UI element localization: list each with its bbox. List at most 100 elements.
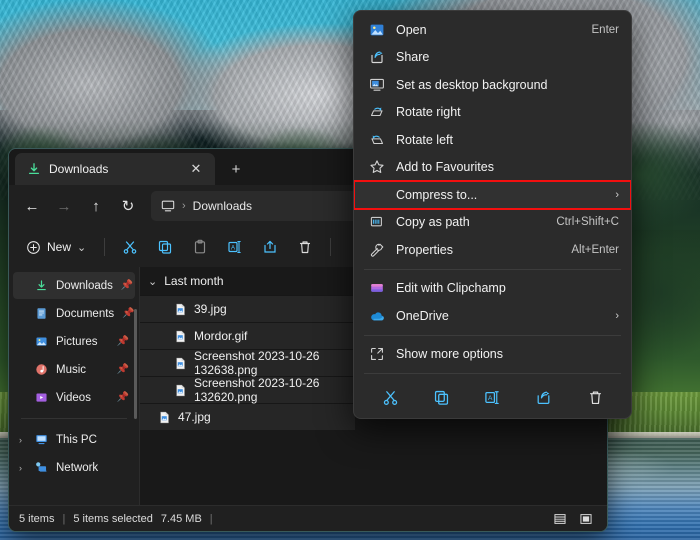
menu-item-shortcut: Alt+Enter [571, 244, 619, 256]
sidebar-item-label: Music [56, 364, 86, 376]
copy-icon[interactable] [149, 232, 181, 262]
sidebar-item-downloads[interactable]: Downloads 📌 [13, 272, 135, 299]
pin-icon[interactable]: 📌 [117, 336, 129, 347]
menu-item-open[interactable]: Open Enter [354, 16, 631, 44]
menu-item-label: Show more options [396, 347, 609, 361]
close-icon[interactable]: ✕ [185, 158, 207, 180]
share-icon[interactable] [530, 384, 558, 410]
paste-icon[interactable] [184, 232, 216, 262]
sidebar-item-label: This PC [56, 434, 97, 446]
file-name: 39.jpg [194, 302, 227, 316]
menu-item-add-to-favourites[interactable]: Add to Favourites [354, 154, 631, 182]
menu-item-shortcut: Ctrl+Shift+C [556, 216, 619, 228]
menu-item-set-as-desktop-background[interactable]: Set as desktop background [354, 71, 631, 99]
sidebar-item-network[interactable]: › Network [13, 454, 135, 481]
share-icon [364, 49, 390, 65]
new-button-label: New [47, 240, 71, 254]
menu-item-share[interactable]: Share [354, 44, 631, 72]
svg-text:A: A [231, 245, 235, 251]
copy-icon[interactable] [427, 384, 455, 410]
group-header-label: Last month [164, 274, 223, 288]
pin-icon[interactable]: 📌 [121, 280, 133, 291]
image-file-icon [174, 384, 187, 397]
large-icons-view-icon[interactable] [575, 510, 597, 528]
status-bar: 5 items | 5 items selected 7.45 MB | [9, 505, 607, 531]
menu-item-label: OneDrive [396, 309, 605, 323]
sidebar-scrollbar[interactable] [134, 309, 137, 419]
sidebar-item-this-pc[interactable]: › This PC [13, 426, 135, 453]
sidebar-divider [21, 418, 127, 419]
table-row[interactable]: Screenshot 2023-10-26 132638.png [140, 349, 355, 376]
forward-button[interactable]: → [49, 191, 79, 221]
open-image-icon [364, 22, 390, 38]
new-tab-button[interactable]: + [225, 158, 247, 180]
sidebar-item-label: Pictures [56, 336, 98, 348]
menu-item-label: Add to Favourites [396, 160, 609, 174]
pin-icon[interactable]: 📌 [117, 392, 129, 403]
sidebar-item-pictures[interactable]: Pictures 📌 [13, 328, 135, 355]
table-row[interactable]: Screenshot 2023-10-26 132620.png [140, 376, 355, 403]
chevron-right-icon: › [615, 310, 619, 322]
menu-item-label: Copy as path [396, 215, 546, 229]
chevron-right-icon[interactable]: › [19, 435, 22, 445]
documents-icon [35, 307, 48, 320]
table-row[interactable]: Mordor.gif [140, 322, 355, 349]
menu-item-properties[interactable]: Properties Alt+Enter [354, 236, 631, 264]
sidebar-item-label: Downloads [56, 280, 113, 292]
item-count-label: 5 items [19, 513, 54, 525]
menu-item-shortcut: Enter [592, 24, 620, 36]
cut-icon[interactable] [376, 384, 404, 410]
menu-item-label: Set as desktop background [396, 78, 609, 92]
new-button[interactable]: New ⌄ [17, 232, 95, 262]
sidebar-item-documents[interactable]: Documents 📌 [13, 300, 135, 327]
tab-title: Downloads [49, 162, 177, 176]
image-file-icon [174, 303, 187, 316]
rename-icon[interactable]: A [479, 384, 507, 410]
up-button[interactable]: ↑ [81, 191, 111, 221]
this-pc-icon [161, 199, 175, 213]
breadcrumb-path[interactable]: Downloads [193, 199, 252, 213]
table-row[interactable]: 47.jpg [140, 403, 355, 430]
breadcrumb-separator: › [182, 200, 186, 212]
table-row[interactable]: 39.jpg [140, 295, 355, 322]
pin-icon[interactable]: 📌 [117, 364, 129, 375]
refresh-button[interactable]: ↻ [113, 191, 143, 221]
file-name: 47.jpg [178, 410, 211, 424]
menu-item-onedrive[interactable]: OneDrive › [354, 302, 631, 330]
delete-icon[interactable] [289, 232, 321, 262]
menu-item-label: Compress to... [396, 188, 605, 202]
properties-icon [364, 242, 390, 258]
music-icon [35, 363, 48, 376]
pictures-icon [35, 335, 48, 348]
menu-item-rotate-right[interactable]: Rotate right [354, 99, 631, 127]
details-view-icon[interactable] [549, 510, 571, 528]
image-file-icon [174, 357, 187, 370]
rename-icon[interactable]: A [219, 232, 251, 262]
menu-item-label: Rotate right [396, 105, 609, 119]
menu-item-compress-to[interactable]: Compress to... › [354, 181, 631, 209]
image-file-icon [158, 411, 171, 424]
chevron-down-icon[interactable]: ⌄ [148, 275, 157, 288]
rotate-right-icon [364, 104, 390, 120]
menu-item-label: Properties [396, 243, 561, 257]
context-menu: Open Enter Share Set as desktop backgrou… [353, 10, 632, 419]
sidebar-item-music[interactable]: Music 📌 [13, 356, 135, 383]
menu-item-label: Share [396, 50, 609, 64]
share-icon[interactable] [254, 232, 286, 262]
toolbar-divider-2 [330, 238, 331, 256]
delete-icon[interactable] [581, 384, 609, 410]
copy-path-icon [364, 214, 390, 230]
download-icon [35, 279, 48, 292]
menu-item-show-more-options[interactable]: Show more options [354, 341, 631, 369]
sidebar-item-videos[interactable]: Videos 📌 [13, 384, 135, 411]
pin-icon[interactable]: 📌 [122, 308, 134, 319]
rotate-left-icon [364, 132, 390, 148]
wallpaper-icon [364, 77, 390, 93]
cut-icon[interactable] [114, 232, 146, 262]
menu-item-rotate-left[interactable]: Rotate left [354, 126, 631, 154]
back-button[interactable]: ← [17, 191, 47, 221]
menu-item-edit-with-clipchamp[interactable]: Edit with Clipchamp [354, 275, 631, 303]
chevron-right-icon[interactable]: › [19, 463, 22, 473]
tab-downloads[interactable]: Downloads ✕ [15, 153, 215, 185]
menu-item-copy-as-path[interactable]: Copy as path Ctrl+Shift+C [354, 209, 631, 237]
